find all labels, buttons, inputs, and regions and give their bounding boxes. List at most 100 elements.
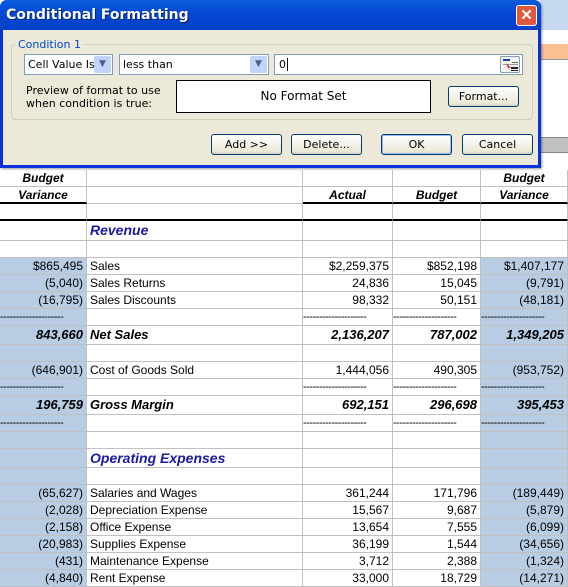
cell-budget[interactable]: 787,002 xyxy=(393,326,481,345)
cell-left[interactable]: (2,158) xyxy=(0,519,87,536)
cell-actual[interactable]: 692,151 xyxy=(303,396,393,415)
cell-budget[interactable]: 15,045 xyxy=(393,275,481,292)
cell[interactable] xyxy=(481,241,568,258)
cell-left[interactable]: (65,627) xyxy=(0,485,87,502)
cell-left[interactable]: (20,983) xyxy=(0,536,87,553)
cell[interactable] xyxy=(481,432,568,449)
cell-left[interactable]: $865,495 xyxy=(0,258,87,275)
cell-label[interactable]: Depreciation Expense xyxy=(87,502,303,519)
cell-budget[interactable]: 9,687 xyxy=(393,502,481,519)
cell[interactable] xyxy=(87,187,303,204)
budget-header[interactable]: Budget xyxy=(393,187,481,204)
cell[interactable] xyxy=(0,241,87,258)
cell-variance[interactable]: (189,449) xyxy=(481,485,568,502)
cell-actual[interactable]: 24,836 xyxy=(303,275,393,292)
cell[interactable] xyxy=(0,449,87,468)
cell[interactable] xyxy=(303,468,393,485)
cell[interactable] xyxy=(393,449,481,468)
chevron-down-icon[interactable]: ▼ xyxy=(94,56,111,73)
cell-actual[interactable]: 15,567 xyxy=(303,502,393,519)
cell[interactable] xyxy=(393,170,481,187)
underline-dashes[interactable]: -------------------- xyxy=(481,309,568,326)
cell[interactable] xyxy=(0,345,87,362)
cell-budget[interactable]: 7,555 xyxy=(393,519,481,536)
cell-budget[interactable]: 50,151 xyxy=(393,292,481,309)
cell[interactable] xyxy=(481,468,568,485)
range-select-button[interactable] xyxy=(500,56,520,73)
cell[interactable] xyxy=(393,468,481,485)
cell-variance[interactable]: (34,656) xyxy=(481,536,568,553)
cell-actual[interactable]: 2,136,207 xyxy=(303,326,393,345)
cell-variance[interactable]: (48,181) xyxy=(481,292,568,309)
cell[interactable] xyxy=(303,345,393,362)
variance-header-variance[interactable]: Variance xyxy=(481,187,568,204)
cell-variance[interactable]: (953,752) xyxy=(481,362,568,379)
cell[interactable] xyxy=(87,432,303,449)
underline-dashes[interactable]: -------------------- xyxy=(0,379,87,396)
cell-label[interactable]: Salaries and Wages xyxy=(87,485,303,502)
add-button[interactable]: Add >> xyxy=(211,134,282,155)
cell-variance[interactable]: $1,407,177 xyxy=(481,258,568,275)
cell-left[interactable]: (2,028) xyxy=(0,502,87,519)
cell[interactable] xyxy=(0,204,87,221)
underline-dashes[interactable]: -------------------- xyxy=(393,379,481,396)
cell[interactable] xyxy=(0,432,87,449)
cell[interactable] xyxy=(393,204,481,221)
cell-actual[interactable]: 1,444,056 xyxy=(303,362,393,379)
cell-actual[interactable]: 98,332 xyxy=(303,292,393,309)
delete-button[interactable]: Delete... xyxy=(291,134,362,155)
cell-label[interactable]: Cost of Goods Sold xyxy=(87,362,303,379)
cell[interactable] xyxy=(0,222,87,241)
cell-budget[interactable]: 18,729 xyxy=(393,570,481,587)
cell-budget[interactable]: $852,198 xyxy=(393,258,481,275)
cell[interactable] xyxy=(87,468,303,485)
cell-left[interactable]: 196,759 xyxy=(0,396,87,415)
cell[interactable] xyxy=(87,345,303,362)
cell[interactable] xyxy=(303,222,393,241)
underline-dashes[interactable]: -------------------- xyxy=(0,309,87,326)
cell-actual[interactable]: 361,244 xyxy=(303,485,393,502)
cell[interactable] xyxy=(393,345,481,362)
cell-variance[interactable]: (1,324) xyxy=(481,553,568,570)
cell-label[interactable]: Net Sales xyxy=(87,326,303,345)
cell[interactable] xyxy=(87,170,303,187)
cell[interactable] xyxy=(87,241,303,258)
cell-label[interactable]: Sales xyxy=(87,258,303,275)
underline-dashes[interactable]: -------------------- xyxy=(393,415,481,432)
cell[interactable] xyxy=(0,468,87,485)
cell[interactable] xyxy=(87,204,303,221)
cell-variance[interactable]: (14,271) xyxy=(481,570,568,587)
cell-left[interactable]: (16,795) xyxy=(0,292,87,309)
underline-dashes[interactable]: -------------------- xyxy=(0,415,87,432)
dialog-titlebar[interactable]: Conditional Formatting ✕ xyxy=(0,0,541,30)
ok-button[interactable]: OK xyxy=(381,134,452,155)
condition-value-input[interactable]: 0 xyxy=(274,54,523,75)
cell[interactable] xyxy=(481,204,568,221)
cell[interactable] xyxy=(393,241,481,258)
cell-actual[interactable]: 13,654 xyxy=(303,519,393,536)
cell[interactable] xyxy=(393,222,481,241)
cell-actual[interactable]: $2,259,375 xyxy=(303,258,393,275)
operating-expenses-heading[interactable]: Operating Expenses xyxy=(87,449,303,468)
cell-variance[interactable]: (5,879) xyxy=(481,502,568,519)
cell[interactable] xyxy=(303,449,393,468)
cell-left[interactable]: 843,660 xyxy=(0,326,87,345)
cell-label[interactable]: Gross Margin xyxy=(87,396,303,415)
cell-variance[interactable]: (9,791) xyxy=(481,275,568,292)
cell-label[interactable]: Office Expense xyxy=(87,519,303,536)
cell[interactable] xyxy=(393,432,481,449)
cell-label[interactable]: Maintenance Expense xyxy=(87,553,303,570)
cell-budget[interactable]: 171,796 xyxy=(393,485,481,502)
cell[interactable] xyxy=(303,204,393,221)
format-button[interactable]: Format... xyxy=(448,86,519,107)
cell-left[interactable]: (4,840) xyxy=(0,570,87,587)
cell[interactable] xyxy=(481,449,568,468)
cell-variance[interactable]: 1,349,205 xyxy=(481,326,568,345)
cell-variance[interactable]: (6,099) xyxy=(481,519,568,536)
cell[interactable] xyxy=(481,222,568,241)
cell[interactable] xyxy=(481,345,568,362)
cell[interactable] xyxy=(87,309,303,326)
cell-budget[interactable]: 296,698 xyxy=(393,396,481,415)
operator-select[interactable]: less than ▼ xyxy=(119,54,269,75)
underline-dashes[interactable]: -------------------- xyxy=(481,415,568,432)
